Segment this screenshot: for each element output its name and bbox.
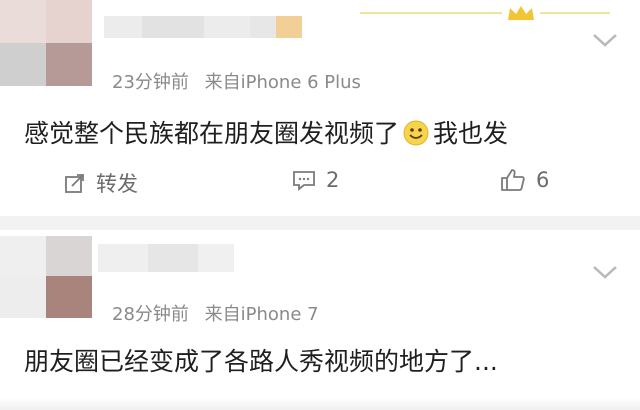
avatar[interactable] (0, 0, 92, 86)
action-bar: 转发 2 6 (0, 168, 640, 208)
comment-time: 23分钟前 (112, 72, 189, 93)
comment-time: 28分钟前 (112, 304, 189, 325)
chevron-down-icon[interactable] (592, 264, 618, 280)
badge-line (360, 12, 502, 14)
comment-text-part: 我也发 (433, 119, 509, 148)
repost-label: 转发 (96, 172, 138, 196)
next-comment-peek (0, 398, 640, 410)
chevron-down-icon[interactable] (592, 32, 618, 48)
comment-button[interactable]: 2 (292, 168, 339, 192)
comment-meta: 23分钟前 来自iPhone 6 Plus (112, 68, 361, 94)
like-icon (501, 169, 525, 191)
card-separator (0, 216, 640, 230)
comment-device: 来自iPhone 7 (204, 304, 319, 325)
comment-icon (293, 171, 315, 191)
repost-icon (65, 174, 84, 193)
comment-card: 28分钟前 来自iPhone 7 朋友圈已经变成了各路人秀视频的地方了... (0, 230, 640, 410)
comment-device: 来自iPhone 6 Plus (204, 72, 361, 93)
comment-text: 朋友圈已经变成了各路人秀视频的地方了... (24, 347, 498, 376)
comment-count: 2 (326, 168, 340, 192)
smile-emoji (403, 120, 429, 146)
badge-line (540, 12, 610, 14)
comment-card: 23分钟前 来自iPhone 6 Plus 感觉整个民族都在朋友圈发视频了 我也… (0, 0, 640, 216)
avatar[interactable] (0, 236, 92, 322)
comment-text: 感觉整个民族都在朋友圈发视频了 我也发 (24, 114, 508, 150)
comment-meta: 28分钟前 来自iPhone 7 (112, 300, 319, 326)
repost-button[interactable]: 转发 (64, 168, 138, 198)
like-count: 6 (536, 168, 550, 192)
like-button[interactable]: 6 (500, 168, 549, 192)
crown-icon (508, 6, 534, 20)
comment-text-part: 感觉整个民族都在朋友圈发视频了 (24, 119, 400, 148)
